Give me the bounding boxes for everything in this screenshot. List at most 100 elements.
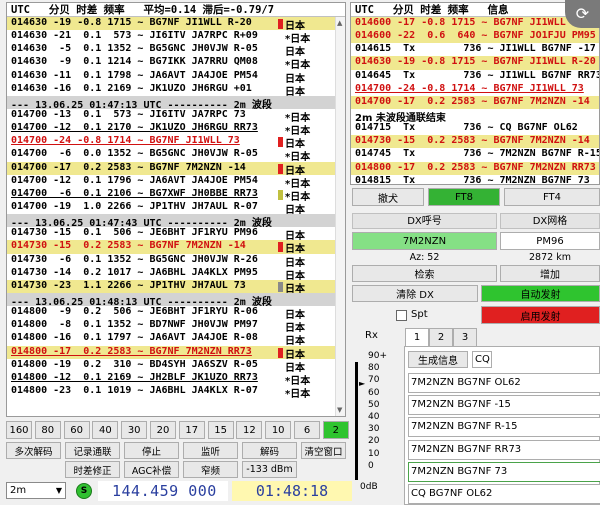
auto-tx-button[interactable]: 自动发射	[481, 285, 600, 302]
band-note-row[interactable]: 2m 未波段通联结束	[351, 109, 599, 122]
decode-row[interactable]: 014700 -12 0.1 2170 ~ JK1UZO JH6RGU RR73…	[7, 122, 345, 135]
decode-row[interactable]: 014800 -16 0.1 1797 ~ JA6AVT JA4JOE R-08…	[7, 332, 345, 345]
country-label: 日本	[285, 270, 305, 280]
decode-row[interactable]: --- 13.06.25 01:47:13 UTC ---------- 2m …	[7, 95, 345, 109]
band-button-2[interactable]: 2	[322, 421, 349, 439]
rx-frequency-pane[interactable]: UTC 分贝 时差 频率 信息 014600 -17 -0.8 1715 ~ B…	[350, 2, 600, 185]
decode-row[interactable]: 014800 -17 0.2 2583 ~ BG7NF 7M2NZN RR73 日…	[7, 345, 345, 359]
scroll-up-icon[interactable]: ▲	[337, 19, 342, 27]
band-button-15[interactable]: 15	[207, 421, 234, 439]
tx-message-5[interactable]: 7M2NZN BG7NF 73	[408, 461, 600, 482]
decode-row[interactable]: 014700 -6 0.0 1352 ~ BG5GNC JH0VJW R-05 *…	[7, 148, 345, 161]
band-activity-pane[interactable]: UTC 分贝 时差 频率 平均=0.14 滞后=-0.79/7 014630 -…	[6, 2, 346, 417]
band-activity-scrollbar[interactable]: ▲ ▼	[335, 17, 345, 416]
decode-row[interactable]: 014730 -6 0.1 1352 ~ BG5GNC JH0VJW R-26 日…	[7, 254, 345, 267]
rx-decode-row[interactable]: 014645 Tx 736 ~ JI1WLL BG7NF RR73	[351, 70, 599, 83]
erase-button[interactable]: 清空窗口	[301, 442, 346, 459]
decode-row[interactable]: 014730 -23 1.1 2266 ~ JP1THV JH7AUL 73 日本	[7, 279, 345, 293]
decode-text: 014800 -23 0.1 1019 ~ JA6BHL JA4KLX R-07	[11, 384, 258, 396]
rx-decode-row[interactable]: 014630 -19 -0.8 1715 ~ BG7NF JI1WLL R-20	[351, 56, 599, 70]
band-select[interactable]: 2m ▼	[6, 482, 66, 499]
screen-record-icon[interactable]: ⟳	[565, 0, 600, 28]
decode-row[interactable]: 014700 -24 -0.8 1714 ~ BG7NF JI1WLL 73 日本	[7, 135, 345, 148]
decode-row[interactable]: 014630 -11 0.1 1798 ~ JA6AVT JA4JOE PM54…	[7, 70, 345, 83]
rx-decode-row[interactable]: 014700 -17 0.2 2583 ~ BG7NF 7M2NZN -14	[351, 95, 599, 109]
generate-messages-button[interactable]: 生成信息	[408, 351, 468, 368]
decode-row[interactable]: 014730 -14 0.2 1017 ~ JA6BHL JA4KLX PM95…	[7, 267, 345, 280]
band-button-80[interactable]: 80	[34, 421, 61, 439]
ft8-mode-button[interactable]: FT8	[428, 188, 500, 206]
tx-message-3[interactable]: 7M2NZN BG7NF R-15	[408, 417, 600, 438]
band-button-10[interactable]: 10	[265, 421, 292, 439]
tab-3[interactable]: 3	[453, 328, 477, 346]
decode-row[interactable]: 014730 -15 0.2 2583 ~ BG7NF 7M2NZN -14 日本	[7, 240, 345, 254]
stop-button[interactable]: 停止	[124, 442, 179, 459]
dt-correction-button[interactable]: 时差修正	[65, 461, 120, 478]
rx-decode-row[interactable]: 014745 Tx 736 ~ 7M2NZN BG7NF R-15	[351, 148, 599, 161]
decode-row[interactable]: --- 13.06.25 01:47:43 UTC ---------- 2m …	[7, 214, 345, 228]
rx-decode-row[interactable]: 014800 -17 0.2 2583 ~ BG7NF 7M2NZN RR73	[351, 161, 599, 175]
rx-decode-row[interactable]: 014815 Tx 736 ~ 7M2NZN BG7NF 73	[351, 175, 599, 184]
band-button-160[interactable]: 160	[6, 421, 32, 439]
rx-decode-row[interactable]: 014730 -15 0.2 2583 ~ BG7NF 7M2NZN -14	[351, 135, 599, 149]
decode-button[interactable]: 解码	[242, 442, 297, 459]
band-button-60[interactable]: 60	[63, 421, 90, 439]
decode-row[interactable]: 014630 -5 0.1 1352 ~ BG5GNC JH0VJW R-05 日…	[7, 43, 345, 56]
decode-row[interactable]: 014800 -23 0.1 1019 ~ JA6BHL JA4KLX R-07…	[7, 385, 345, 398]
rx-decode-row[interactable]: 014600 -17 -0.8 1715 ~ BG7NF JI1WLL	[351, 17, 599, 31]
decode-row[interactable]: 014630 -19 -0.8 1715 ~ BG7NF JI1WLL R-20…	[7, 17, 345, 31]
decode-row[interactable]: 014800 -12 0.1 2169 ~ JH2BLF JK1UZO RR73…	[7, 372, 345, 385]
country-label: *日本	[285, 388, 311, 399]
tune-button[interactable]: 撤犬	[352, 188, 424, 206]
monitor-button[interactable]: 监听	[183, 442, 238, 459]
scroll-down-icon[interactable]: ▼	[337, 406, 342, 414]
band-button-12[interactable]: 12	[236, 421, 263, 439]
decode-row[interactable]: 014630 -9 0.1 1214 ~ BG7IKK JA7RRU QM08 *…	[7, 56, 345, 69]
country-label: *日本	[285, 126, 311, 136]
band-button-20[interactable]: 20	[150, 421, 176, 439]
rx-decode-row[interactable]: 014615 Tx 736 ~ JI1WLL BG7NF -17	[351, 43, 599, 56]
dx-call-field[interactable]: 7M2NZN	[352, 232, 497, 250]
decode-text: --- 13.06.25 01:47:13 UTC ---------- 2m …	[11, 99, 272, 109]
tab-1[interactable]: 1	[405, 328, 429, 346]
decode-row[interactable]: 014800 -19 0.2 310 ~ BD4SYH JA6SZV R-05 日…	[7, 359, 345, 372]
agc-button[interactable]: AGC补偿	[124, 461, 179, 478]
add-button[interactable]: 增加	[500, 265, 600, 282]
dx-grid-field[interactable]: PM96	[500, 232, 600, 250]
decode-row[interactable]: 014730 -15 0.1 506 ~ JE6BHT JF1RYU PM96 日…	[7, 227, 345, 240]
spt-checkbox[interactable]	[396, 310, 407, 321]
rx-decode-row[interactable]: 014700 -24 -0.8 1714 ~ BG7NF JI1WLL 73	[351, 83, 599, 96]
tx-message-1[interactable]: 7M2NZN BG7NF OL62	[408, 373, 600, 393]
decode-row[interactable]: 014630 -16 0.1 2169 ~ JK1UZO JH6RGU +01 日…	[7, 83, 345, 96]
rx-decode-row[interactable]: 014715 Tx 736 ~ CQ BG7NF OL62	[351, 122, 599, 135]
decode-row[interactable]: 014630 -21 0.1 573 ~ JI6ITV JA7RPC R+09 *…	[7, 30, 345, 43]
cq-field[interactable]: CQ	[472, 351, 492, 368]
decode-row[interactable]: 014800 -8 0.1 1352 ~ BD7NWF JH0VJW PM97 日…	[7, 319, 345, 332]
decode-row[interactable]: 014700 -12 0.1 1796 ~ JA6AVT JA4JOE PM54…	[7, 175, 345, 188]
tx-message-4[interactable]: 7M2NZN BG7NF RR73	[408, 439, 600, 460]
clear-dx-button[interactable]: 清除 DX	[352, 285, 478, 302]
lookup-button[interactable]: 检索	[352, 265, 497, 282]
band-button-40[interactable]: 40	[92, 421, 119, 439]
ft4-mode-button[interactable]: FT4	[504, 188, 600, 206]
tx-messages-panel: 生成信息 CQ 7M2NZN BG7NF OL62 7M2NZN BG7NF -1…	[404, 346, 600, 505]
rx-decode-row[interactable]: 014600 -22 0.6 640 ~ BG7NF JO1FJU PM95	[351, 30, 599, 44]
narrow-button[interactable]: 窄频	[183, 461, 238, 478]
decode-row[interactable]: 014700 -19 1.0 2266 ~ JP1THV JH7AUL R-07…	[7, 201, 345, 214]
tab-2[interactable]: 2	[429, 328, 453, 346]
decode-text: 014730 -6 0.1 1352 ~ BG5GNC JH0VJW R-26	[11, 253, 258, 265]
log-qso-button[interactable]: 记录通联	[65, 442, 120, 459]
band-button-6[interactable]: 6	[294, 421, 320, 439]
country-label: *日本	[285, 60, 311, 70]
tx-message-6[interactable]: CQ BG7NF OL62	[408, 484, 600, 504]
band-button-30[interactable]: 30	[121, 421, 148, 439]
band-button-17[interactable]: 17	[178, 421, 205, 439]
decode-row[interactable]: 014700 -13 0.1 573 ~ JI6ITV JA7RPC 73 *日本	[7, 109, 345, 122]
multi-decode-button[interactable]: 多次解码	[6, 442, 61, 459]
decode-row[interactable]: 014700 -17 0.2 2583 ~ BG7NF 7M2NZN -14 日本	[7, 161, 345, 175]
enable-tx-button[interactable]: 启用发射	[481, 306, 600, 324]
tx-message-2[interactable]: 7M2NZN BG7NF -15	[408, 395, 600, 416]
decode-row[interactable]: 014800 -9 0.2 506 ~ JE6BHT JF1RYU R-06 日本	[7, 306, 345, 319]
decode-row[interactable]: 014700 -6 0.1 2106 ~ BG7XWF JH0BBE RR73 *…	[7, 188, 345, 201]
decode-row[interactable]: --- 13.06.25 01:48:13 UTC ---------- 2m …	[7, 292, 345, 307]
